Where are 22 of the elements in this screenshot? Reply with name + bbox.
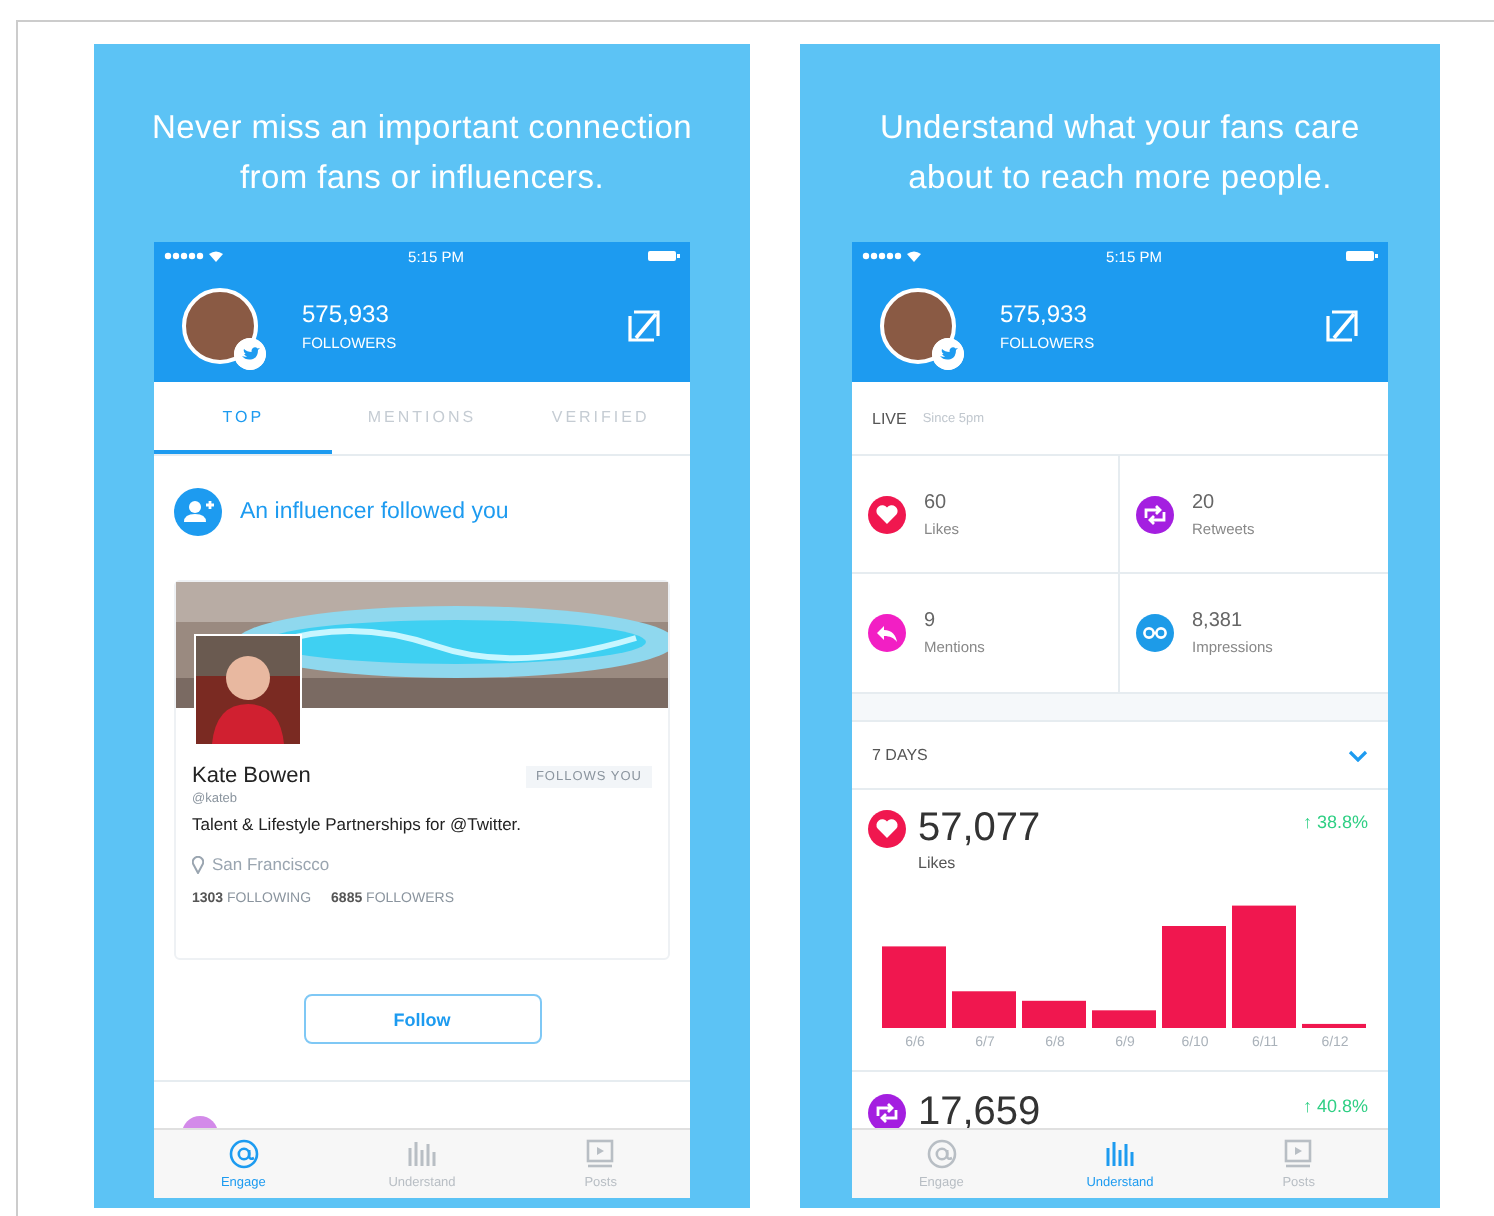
metric-value: 57,077: [918, 806, 1043, 852]
stat-value: 9: [924, 610, 938, 632]
profile-name: Kate Bowen: [192, 764, 311, 788]
profile-bio: Talent & Lifestyle Partnerships for @Twitter.: [192, 814, 524, 834]
notification-text: An influencer followed you: [240, 500, 509, 524]
follower-count: 575,933: [1000, 300, 1089, 328]
change-percent: ↑ 38.8%: [1302, 812, 1368, 832]
live-label: LIVE: [872, 409, 907, 427]
tab[interactable]: TOP: [154, 382, 333, 454]
period-label: 7 DAYS: [872, 746, 928, 764]
stat-value: 60: [924, 491, 949, 513]
stat-value: 8,381: [1192, 610, 1245, 632]
caption: Never miss an important connection from fans or influencers.: [151, 108, 692, 200]
follower-count: 575,933: [302, 300, 391, 328]
profile-location: San Franciscco: [212, 854, 330, 874]
tab[interactable]: MENTIONS: [332, 382, 512, 454]
follow-button[interactable]: Follow: [303, 994, 541, 1044]
change-percent: ↑ 40.8%: [1302, 1096, 1368, 1116]
caption: Understand what your fans care about to reach more people.: [880, 108, 1360, 200]
stat-value: 20: [1192, 491, 1217, 513]
tab[interactable]: VERIFIED: [511, 382, 690, 454]
metric-label: Likes: [918, 854, 958, 872]
